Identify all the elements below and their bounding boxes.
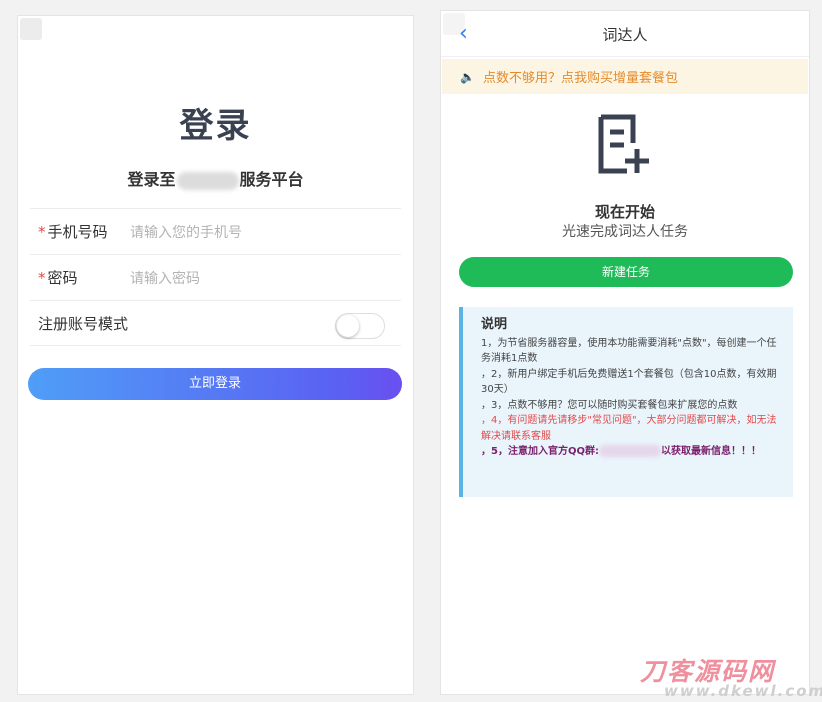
info-item: 1，为节省服务器容量，使用本功能需要消耗"点数"，每创建一个任务消耗1点数 [481, 337, 777, 365]
phone-label: * 手机号码 [38, 223, 108, 241]
phone-row[interactable]: * 手机号码 请输入您的手机号 [30, 208, 401, 254]
start-title: 现在开始 [594, 203, 655, 221]
info-title: 说明 [481, 317, 508, 332]
document-add-icon [598, 114, 649, 174]
register-mode-label: 注册账号模式 [38, 314, 129, 333]
notice-text: 点数不够用？点我购买增量套餐包 [482, 71, 678, 86]
password-label: * 密码 [38, 269, 78, 287]
redacted-blur [176, 171, 239, 190]
notice-banner[interactable]: 🔈 点数不够用？点我购买增量套餐包 [442, 59, 808, 94]
password-input[interactable]: 请输入密码 [130, 268, 200, 288]
register-mode-row: 注册账号模式 [30, 300, 401, 346]
info-item: ，5，注意加入官方QQ群: 以获取最新信息！！！ [481, 445, 761, 457]
required-mark: * [38, 269, 46, 287]
watermark-url: www.dkewl.com [664, 682, 822, 700]
start-subtitle: 光速完成词达人任务 [562, 224, 688, 240]
password-row[interactable]: * 密码 请输入密码 [30, 254, 401, 300]
required-mark: * [38, 223, 46, 241]
top-bar: ‹ 词达人 [441, 11, 809, 57]
info-item: ，4，有问题请先请移步"常见问题"，大部分问题都可解决，如无法解决请联系客服 [481, 415, 777, 442]
login-subtitle: 登录至 服务平台 [18, 166, 413, 190]
phone-input[interactable]: 请输入您的手机号 [130, 222, 242, 242]
corner-placeholder [20, 18, 42, 40]
info-box: 说明 1，为节省服务器容量，使用本功能需要消耗"点数"，每创建一个任务消耗1点数… [459, 307, 793, 497]
info-item: ，3，点数不够用？您可以随时购买套餐包来扩展您的点数 [481, 399, 738, 411]
page-title: 词达人 [602, 26, 648, 44]
task-panel: ‹ 词达人 🔈 点数不够用？点我购买增量套餐包 现在开始 光速完成词达人任务 新… [440, 10, 810, 695]
toggle-knob [337, 315, 359, 337]
speaker-icon: 🔈 [460, 69, 475, 84]
redacted-blur [598, 445, 661, 457]
register-mode-toggle[interactable] [335, 313, 385, 339]
new-task-button[interactable]: 新建任务 [459, 257, 793, 287]
login-subtitle-prefix: 登录至 [127, 170, 176, 189]
login-title: 登录 [179, 106, 252, 146]
login-subtitle-suffix: 服务平台 [239, 170, 304, 189]
login-panel: 登录 登录至 服务平台 * 手机号码 请输入您的手机号 * 密码 请输入密码 注册账号… [17, 15, 414, 695]
login-button[interactable]: 立即登录 [28, 368, 402, 400]
info-item: ，2，新用户绑定手机后免费赠送1个套餐包（包含10点数，有效期30天） [481, 368, 777, 396]
